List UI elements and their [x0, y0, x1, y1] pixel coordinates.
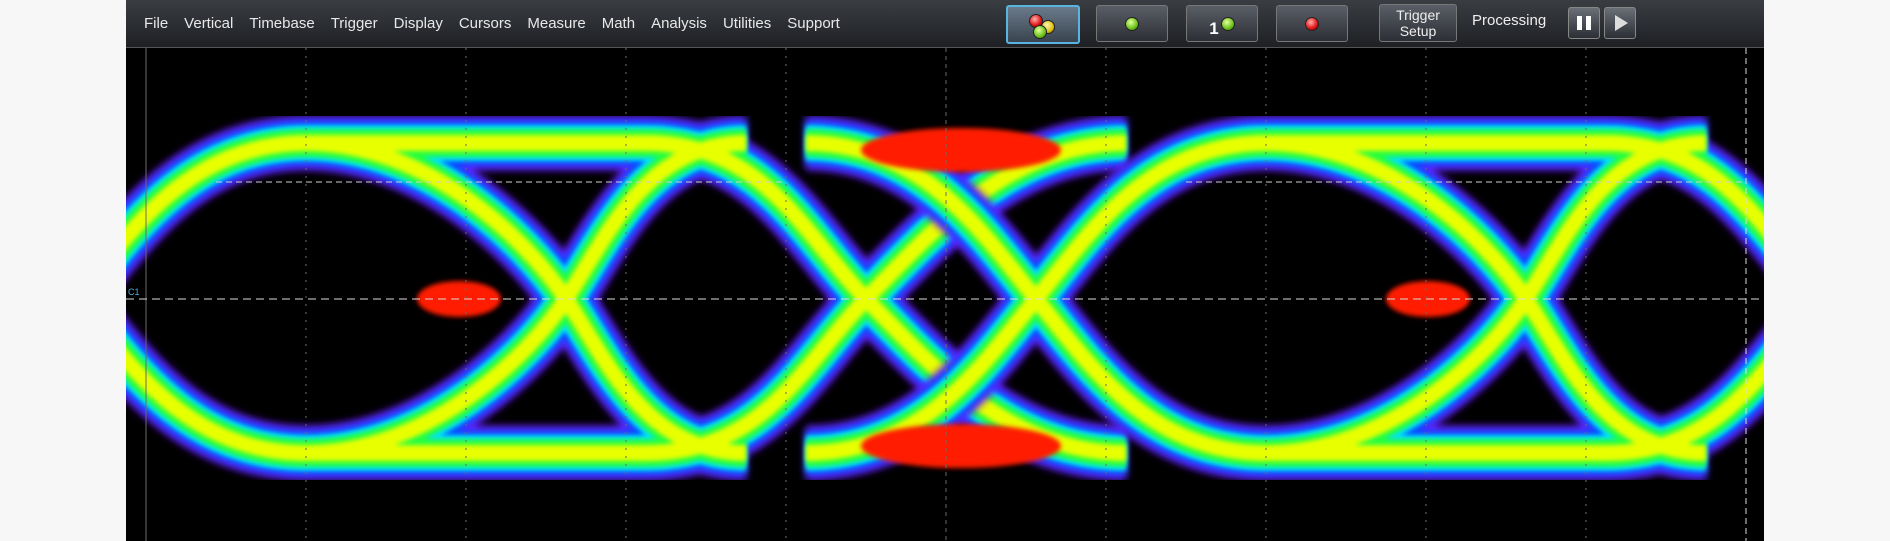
menu-bar: File Vertical Timebase Trigger Display C…: [126, 0, 1764, 48]
pause-button[interactable]: [1568, 7, 1600, 39]
auto-setup-button[interactable]: [1006, 5, 1080, 44]
menu-math[interactable]: Math: [594, 15, 643, 32]
pause-icon: [1575, 16, 1593, 30]
channel-marker: C1: [128, 287, 140, 297]
green-led-icon: [1125, 16, 1139, 31]
eye-diagram-display[interactable]: C1: [126, 48, 1764, 541]
menu-measure[interactable]: Measure: [519, 15, 593, 32]
menu-support[interactable]: Support: [779, 15, 848, 32]
trace-select-button[interactable]: 1: [1186, 5, 1258, 42]
single-trigger-button[interactable]: [1096, 5, 1168, 42]
red-led-icon: [1305, 16, 1319, 31]
menu-analysis[interactable]: Analysis: [643, 15, 715, 32]
menu-trigger[interactable]: Trigger: [323, 15, 386, 32]
status-text: Processing: [1472, 12, 1547, 29]
green-led-icon: [1220, 16, 1235, 31]
eye-diagram-svg: C1: [126, 48, 1764, 541]
trigger-setup-button[interactable]: Trigger Setup: [1379, 4, 1457, 42]
trigger-setup-label-2: Setup: [1399, 23, 1437, 39]
density-peak: [861, 128, 1061, 172]
menu-display[interactable]: Display: [386, 15, 451, 32]
trace-number: 1: [1209, 18, 1219, 38]
menu-vertical[interactable]: Vertical: [176, 15, 241, 32]
main-menu: File Vertical Timebase Trigger Display C…: [136, 0, 848, 47]
play-icon: [1615, 15, 1628, 31]
density-peak: [861, 424, 1061, 468]
trigger-setup-label-1: Trigger: [1396, 7, 1440, 23]
menu-file[interactable]: File: [136, 15, 176, 32]
menu-utilities[interactable]: Utilities: [715, 15, 779, 32]
menu-timebase[interactable]: Timebase: [241, 15, 322, 32]
stop-button[interactable]: [1276, 5, 1348, 42]
auto-setup-icon: [1025, 12, 1061, 39]
oscilloscope-app: File Vertical Timebase Trigger Display C…: [126, 0, 1764, 541]
menu-cursors[interactable]: Cursors: [451, 15, 520, 32]
play-button[interactable]: [1604, 7, 1636, 39]
